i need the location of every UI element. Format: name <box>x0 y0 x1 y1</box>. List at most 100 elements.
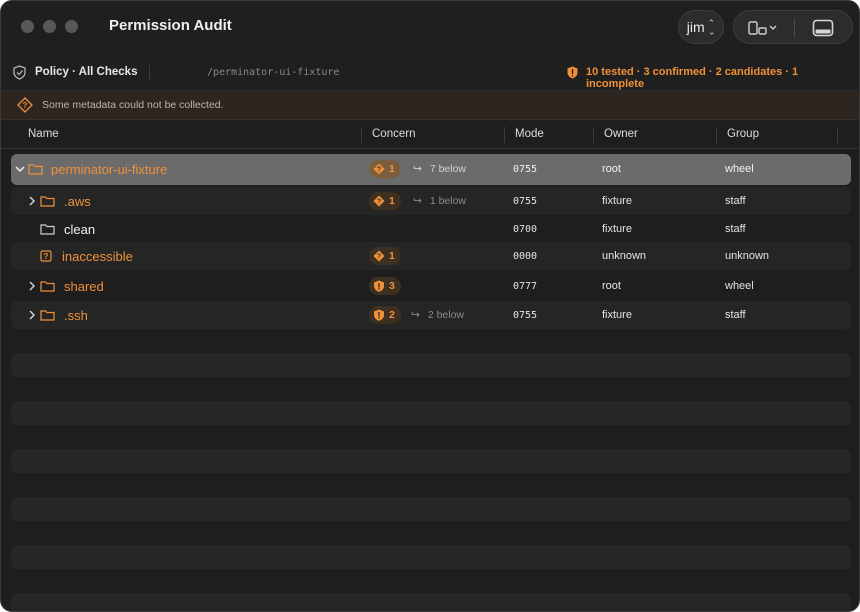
shield-exclamation-icon <box>374 280 384 292</box>
audit-summary: 10 tested · 3 confirmed · 2 candidates ·… <box>586 66 799 90</box>
zoom-window-button[interactable] <box>65 20 78 33</box>
descendant-concerns: ↪ 2 below <box>411 309 464 321</box>
return-arrow-icon: ↪ <box>413 195 422 207</box>
chevron-right-icon[interactable] <box>28 196 36 206</box>
empty-row <box>11 353 851 377</box>
window-title: Permission Audit <box>109 17 232 34</box>
concern-badge[interactable]: ? 1 <box>369 192 401 210</box>
shield-exclamation-icon <box>567 66 578 79</box>
layout-menu-icon[interactable] <box>748 20 778 36</box>
concern-count: 3 <box>389 280 395 292</box>
empty-row <box>11 449 851 473</box>
column-header-group[interactable]: Group <box>727 128 759 140</box>
chevron-right-icon[interactable] <box>28 281 36 291</box>
row-mode: 0000 <box>513 251 538 262</box>
below-count: 1 below <box>429 195 467 207</box>
row-mode: 0755 <box>513 196 538 207</box>
concern-count: 1 <box>389 195 395 207</box>
table-row[interactable]: ? inaccessible ? 1 0000 unknown unknown <box>11 242 851 270</box>
diamond-question-icon: ? <box>373 163 385 175</box>
row-mode: 0755 <box>513 164 538 175</box>
folder-icon <box>28 164 43 175</box>
column-divider[interactable] <box>837 127 838 143</box>
row-owner: fixture <box>602 309 632 321</box>
column-header-name[interactable]: Name <box>28 128 59 140</box>
column-divider[interactable] <box>593 127 594 143</box>
descendant-concerns: ↪ 7 below <box>413 163 466 175</box>
row-owner: root <box>602 163 621 175</box>
column-header-concern[interactable]: Concern <box>372 128 415 140</box>
policy-toolbar: Policy · All Checks /perminator-ui-fixtu… <box>1 55 859 91</box>
minimize-window-button[interactable] <box>43 20 56 33</box>
column-divider[interactable] <box>504 127 505 143</box>
user-picker-label: jim <box>686 19 705 35</box>
app-window: Permission Audit jim ⌃ ⌃ Policy · All Che… <box>0 0 860 612</box>
concern-count: 2 <box>389 309 395 321</box>
folder-icon <box>40 224 55 235</box>
svg-text:?: ? <box>377 167 381 174</box>
row-owner: unknown <box>602 250 647 262</box>
folder-icon <box>40 196 55 207</box>
empty-row <box>11 593 851 611</box>
table-row[interactable]: shared 3 0777 root wheel <box>11 272 851 300</box>
warning-banner: ? Some metadata could not be collected. <box>1 91 859 120</box>
concern-badge[interactable]: ? 1 <box>369 160 401 178</box>
folder-icon <box>40 310 55 321</box>
svg-text:?: ? <box>44 252 49 261</box>
close-window-button[interactable] <box>21 20 34 33</box>
empty-row <box>11 497 851 521</box>
below-count: 7 below <box>429 163 467 175</box>
table-header: Name Concern Mode Owner Group <box>1 121 859 149</box>
row-group: staff <box>725 223 746 235</box>
row-group: wheel <box>725 163 754 175</box>
up-down-chevron-icon: ⌃ ⌃ <box>707 18 716 37</box>
chevron-right-icon[interactable] <box>28 310 36 320</box>
column-divider[interactable] <box>716 127 717 143</box>
row-name: perminator-ui-fixture <box>51 162 168 177</box>
toolbar-divider <box>794 18 795 38</box>
diamond-question-icon: ? <box>373 195 385 207</box>
question-square-icon: ? <box>40 250 52 262</box>
table-row[interactable]: .ssh 2 ↪ 2 below 0755 fixture staff <box>11 301 851 329</box>
row-mode: 0700 <box>513 224 538 235</box>
concern-badge[interactable]: 3 <box>369 277 401 295</box>
bottom-panel-toggle-icon[interactable] <box>812 19 834 37</box>
empty-row <box>11 401 851 425</box>
user-picker-button[interactable]: jim ⌃ ⌃ <box>678 10 724 44</box>
row-owner: fixture <box>602 195 632 207</box>
row-group: wheel <box>725 280 754 292</box>
column-header-mode[interactable]: Mode <box>515 128 544 140</box>
scan-path: /perminator-ui-fixture <box>207 67 340 78</box>
row-mode: 0777 <box>513 281 538 292</box>
return-arrow-icon: ↪ <box>413 163 422 175</box>
column-divider[interactable] <box>361 127 362 143</box>
row-mode: 0755 <box>513 310 538 321</box>
row-name: clean <box>64 222 96 237</box>
row-name: .aws <box>64 194 91 209</box>
policy-selector[interactable]: Policy · All Checks <box>35 66 137 78</box>
descendant-concerns: ↪ 1 below <box>413 195 466 207</box>
row-name: inaccessible <box>62 249 133 264</box>
row-group: staff <box>725 309 746 321</box>
svg-text:?: ? <box>23 101 28 110</box>
concern-count: 1 <box>389 250 395 262</box>
row-name: shared <box>64 279 104 294</box>
warning-text: Some metadata could not be collected. <box>42 99 224 111</box>
row-name: .ssh <box>64 308 88 323</box>
chevron-down-icon[interactable] <box>15 165 25 173</box>
concern-badge[interactable]: 2 <box>369 306 401 324</box>
table-row[interactable]: clean 0700 fixture staff <box>11 215 851 243</box>
toolbar-button-group <box>733 10 853 44</box>
concern-badge[interactable]: ? 1 <box>369 247 401 265</box>
diamond-question-icon: ? <box>17 97 33 113</box>
row-group: unknown <box>725 250 770 262</box>
row-group: staff <box>725 195 746 207</box>
column-header-owner[interactable]: Owner <box>604 128 638 140</box>
toolbar-separator <box>149 65 150 81</box>
row-owner: root <box>602 280 621 292</box>
row-owner: fixture <box>602 223 632 235</box>
table-row[interactable]: .aws ? 1 ↪ 1 below 0755 fixture staff <box>11 187 851 215</box>
concern-count: 1 <box>389 163 395 175</box>
return-arrow-icon: ↪ <box>411 309 420 321</box>
table-row[interactable]: perminator-ui-fixture ? 1 ↪ 7 below 0755… <box>11 154 851 185</box>
